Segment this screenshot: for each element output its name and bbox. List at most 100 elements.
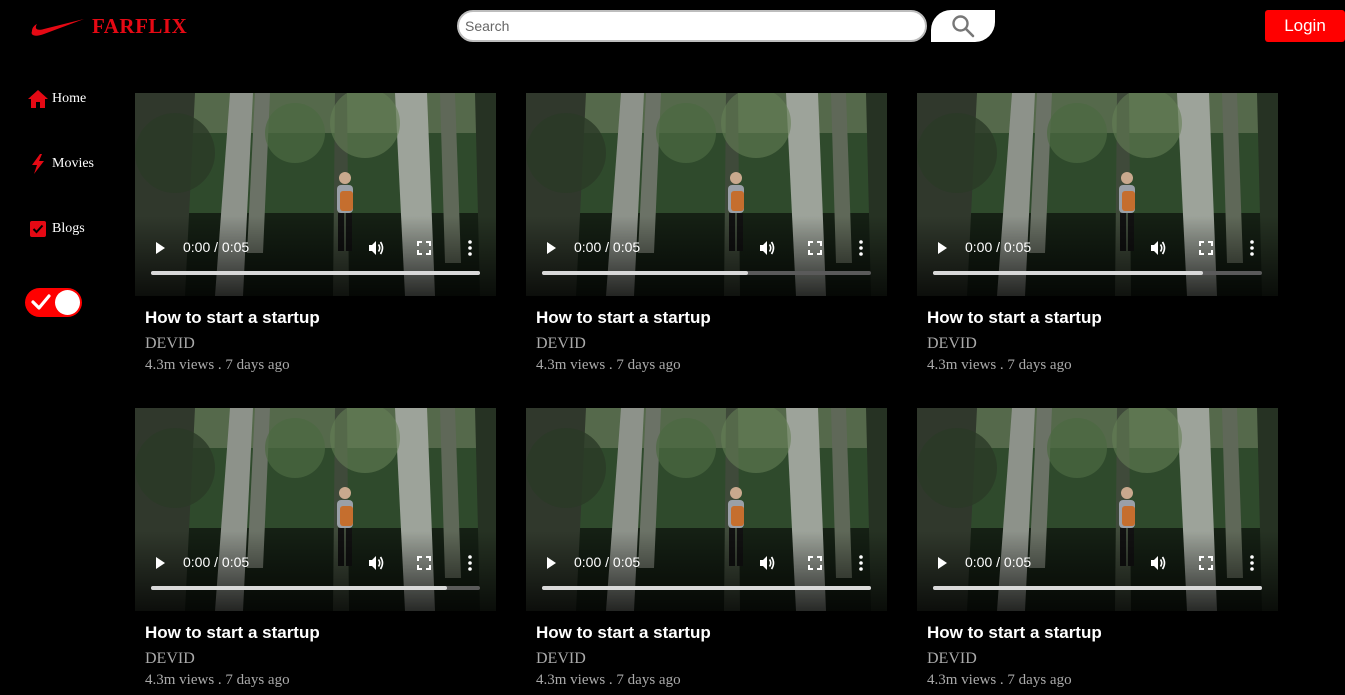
fullscreen-button[interactable] bbox=[804, 237, 826, 259]
fullscreen-button[interactable] bbox=[1195, 552, 1217, 574]
video-title[interactable]: How to start a startup bbox=[145, 623, 496, 643]
play-button[interactable] bbox=[542, 237, 560, 259]
lightning-icon bbox=[27, 153, 49, 175]
volume-button[interactable] bbox=[1147, 552, 1169, 574]
more-options-button[interactable] bbox=[853, 237, 869, 259]
video-player[interactable]: 0:00 / 0:05 bbox=[526, 93, 887, 296]
volume-icon bbox=[1151, 241, 1166, 255]
play-button[interactable] bbox=[151, 237, 169, 259]
video-progress-fill bbox=[151, 271, 480, 275]
video-progress-bar[interactable] bbox=[933, 271, 1262, 275]
video-title[interactable]: How to start a startup bbox=[536, 623, 887, 643]
fullscreen-icon bbox=[1199, 241, 1213, 255]
checkbox-icon bbox=[27, 218, 49, 240]
video-title[interactable]: How to start a startup bbox=[927, 308, 1278, 328]
video-time: 0:00 / 0:05 bbox=[965, 554, 1032, 570]
search-input[interactable] bbox=[457, 10, 927, 42]
more-options-button[interactable] bbox=[462, 552, 478, 574]
video-channel[interactable]: DEVID bbox=[927, 650, 1278, 668]
more-options-button[interactable] bbox=[1244, 237, 1260, 259]
video-channel[interactable]: DEVID bbox=[145, 650, 496, 668]
fullscreen-icon bbox=[808, 241, 822, 255]
more-vertical-icon bbox=[859, 240, 863, 256]
controls-gradient bbox=[526, 531, 887, 611]
video-progress-bar[interactable] bbox=[151, 586, 480, 590]
volume-button[interactable] bbox=[365, 237, 387, 259]
sidebar-item-movies[interactable]: Movies bbox=[27, 153, 94, 175]
fullscreen-button[interactable] bbox=[413, 552, 435, 574]
video-progress-bar[interactable] bbox=[151, 271, 480, 275]
logo[interactable]: FARFLIX bbox=[30, 14, 187, 39]
play-button[interactable] bbox=[542, 552, 560, 574]
video-time: 0:00 / 0:05 bbox=[965, 239, 1032, 255]
play-button[interactable] bbox=[933, 552, 951, 574]
volume-button[interactable] bbox=[756, 237, 778, 259]
toggle-knob bbox=[55, 290, 80, 315]
controls-gradient bbox=[917, 531, 1278, 611]
play-icon bbox=[547, 242, 556, 254]
controls-gradient bbox=[917, 216, 1278, 296]
more-options-button[interactable] bbox=[853, 552, 869, 574]
fullscreen-icon bbox=[417, 241, 431, 255]
video-card: 0:00 / 0:05 How to start a startup DEVID… bbox=[135, 93, 496, 374]
volume-icon bbox=[369, 241, 384, 255]
video-time: 0:00 / 0:05 bbox=[574, 554, 641, 570]
volume-button[interactable] bbox=[1147, 237, 1169, 259]
more-vertical-icon bbox=[1250, 555, 1254, 571]
video-player[interactable]: 0:00 / 0:05 bbox=[526, 408, 887, 611]
video-time: 0:00 / 0:05 bbox=[183, 554, 250, 570]
play-icon bbox=[938, 242, 947, 254]
video-meta: 4.3m views . 7 days ago bbox=[145, 357, 290, 373]
video-progress-bar[interactable] bbox=[933, 586, 1262, 590]
video-player[interactable]: 0:00 / 0:05 bbox=[135, 408, 496, 611]
video-progress-bar[interactable] bbox=[542, 586, 871, 590]
video-progress-fill bbox=[933, 271, 1203, 275]
volume-button[interactable] bbox=[365, 552, 387, 574]
video-channel[interactable]: DEVID bbox=[536, 335, 887, 353]
sidebar-item-home[interactable]: Home bbox=[27, 88, 86, 110]
volume-button[interactable] bbox=[756, 552, 778, 574]
more-options-button[interactable] bbox=[1244, 552, 1260, 574]
video-player[interactable]: 0:00 / 0:05 bbox=[917, 93, 1278, 296]
video-progress-bar[interactable] bbox=[542, 271, 871, 275]
video-channel[interactable]: DEVID bbox=[536, 650, 887, 668]
sidebar-item-blogs[interactable]: Blogs bbox=[27, 218, 85, 240]
play-icon bbox=[156, 557, 165, 569]
magnifier-icon bbox=[952, 15, 975, 38]
play-icon bbox=[156, 242, 165, 254]
video-meta: 4.3m views . 7 days ago bbox=[145, 672, 290, 688]
fullscreen-icon bbox=[417, 556, 431, 570]
video-title[interactable]: How to start a startup bbox=[536, 308, 887, 328]
theme-toggle[interactable] bbox=[25, 288, 82, 317]
video-time: 0:00 / 0:05 bbox=[574, 239, 641, 255]
volume-icon bbox=[369, 556, 384, 570]
controls-gradient bbox=[135, 216, 496, 296]
video-progress-fill bbox=[542, 586, 871, 590]
video-channel[interactable]: DEVID bbox=[145, 335, 496, 353]
fullscreen-button[interactable] bbox=[1195, 237, 1217, 259]
sidebar-item-label: Blogs bbox=[52, 221, 85, 236]
play-button[interactable] bbox=[933, 237, 951, 259]
video-meta: 4.3m views . 7 days ago bbox=[927, 672, 1072, 688]
play-icon bbox=[547, 557, 556, 569]
login-button[interactable]: Login bbox=[1265, 10, 1345, 42]
play-button[interactable] bbox=[151, 552, 169, 574]
controls-gradient bbox=[526, 216, 887, 296]
video-player[interactable]: 0:00 / 0:05 bbox=[917, 408, 1278, 611]
video-card: 0:00 / 0:05 How to start a startup DEVID… bbox=[917, 93, 1278, 374]
video-title[interactable]: How to start a startup bbox=[145, 308, 496, 328]
video-title[interactable]: How to start a startup bbox=[927, 623, 1278, 643]
video-channel[interactable]: DEVID bbox=[927, 335, 1278, 353]
fullscreen-button[interactable] bbox=[413, 237, 435, 259]
search-button[interactable] bbox=[931, 10, 995, 42]
fullscreen-button[interactable] bbox=[804, 552, 826, 574]
more-options-button[interactable] bbox=[462, 237, 478, 259]
fullscreen-icon bbox=[1199, 556, 1213, 570]
video-progress-fill bbox=[151, 586, 448, 590]
more-vertical-icon bbox=[859, 555, 863, 571]
more-vertical-icon bbox=[468, 240, 472, 256]
sidebar-item-label: Home bbox=[52, 91, 87, 106]
video-card: 0:00 / 0:05 How to start a startup DEVID… bbox=[135, 408, 496, 689]
video-player[interactable]: 0:00 / 0:05 bbox=[135, 93, 496, 296]
video-progress-fill bbox=[542, 271, 748, 275]
